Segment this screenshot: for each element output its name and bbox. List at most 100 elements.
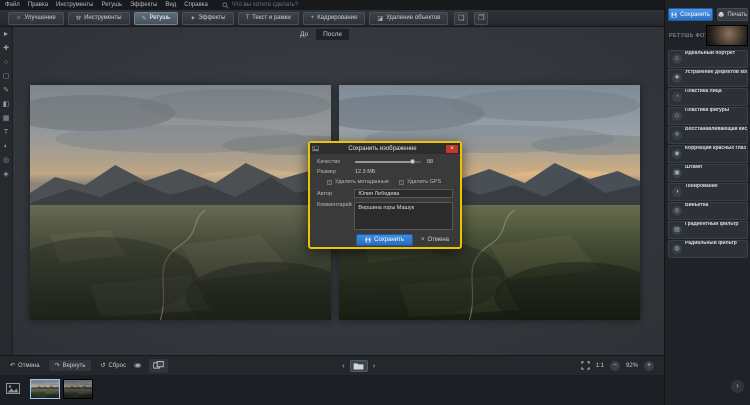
retouch-sidebar: Сохранить Печать РЕТУШЬ ФОТО ☺ Идеальный… xyxy=(664,0,750,405)
brush-tool-icon[interactable]: ✎ xyxy=(3,87,9,95)
actual-size-button[interactable]: 1:1 xyxy=(596,363,604,369)
before-image[interactable] xyxy=(30,85,331,320)
reset-button[interactable]: ↺ Сброс xyxy=(100,362,125,369)
add-photos-icon[interactable] xyxy=(6,383,20,394)
copy-adjustments-button[interactable]: ❏ xyxy=(454,12,468,25)
tab-tools[interactable]: ⚒ Инструменты xyxy=(68,12,130,25)
zoom-in-button[interactable]: + xyxy=(644,361,654,371)
gallery-button[interactable] xyxy=(350,360,368,372)
compare-icon xyxy=(153,361,164,369)
select-tool-icon[interactable]: ► xyxy=(3,31,10,39)
photo-editor-window: Файл Правка Инструменты Ретушь Эффекты В… xyxy=(0,0,750,405)
sidebar-item-body-liquify[interactable]: ◇ Пластика фигуры Улучшение формы тела xyxy=(668,107,748,125)
checkbox-icon xyxy=(399,180,404,185)
menu-view[interactable]: Вид xyxy=(165,2,176,8)
image-icon xyxy=(312,145,319,152)
sidebar-item-toning[interactable]: ◑ Тонирование Изменение оттенка изображе… xyxy=(668,183,748,201)
figure-icon: ◇ xyxy=(672,111,682,121)
portrait-icon: ☺ xyxy=(672,54,682,64)
author-field[interactable] xyxy=(354,189,453,198)
comment-label: Комментарий xyxy=(317,202,354,208)
tab-retouch[interactable]: ✎ Ретушь xyxy=(134,12,179,25)
move-tool-icon[interactable]: ✚ xyxy=(3,45,9,53)
quality-slider[interactable] xyxy=(355,161,421,163)
face-icon: ◔ xyxy=(672,92,682,102)
sidebar-item-stamp[interactable]: ▣ Штамп Удаление нежелательных объектов xyxy=(668,164,748,182)
show-original-button[interactable]: ◉ xyxy=(134,362,142,369)
text-tool-icon[interactable]: T xyxy=(4,129,8,137)
tab-crop[interactable]: + Кадрирование xyxy=(303,12,366,25)
tab-text-frames[interactable]: T Текст и рамки xyxy=(238,12,299,25)
comment-field[interactable]: Вершина горы Машук xyxy=(354,202,453,230)
sidebar-item-gradient-filter[interactable]: ▤ Градиентный фильтр Наложение градиента… xyxy=(668,221,748,239)
print-button[interactable]: Печать xyxy=(717,8,748,21)
search-icon xyxy=(222,2,229,9)
toning-icon: ◑ xyxy=(672,187,682,197)
marquee-tool-icon[interactable]: ▢ xyxy=(3,73,10,81)
cancel-x-icon: × xyxy=(421,237,425,243)
fit-screen-icon[interactable] xyxy=(581,361,590,370)
sidebar-item-perfect-portrait[interactable]: ☺ Идеальный портрет Автоматическая ретуш… xyxy=(668,50,748,68)
next-photo-button[interactable]: › xyxy=(373,361,376,370)
remove-gps-checkbox[interactable]: Удалить GPS xyxy=(399,179,441,185)
dialog-titlebar[interactable]: Сохранить изображение × xyxy=(310,143,460,154)
shape-tool-icon[interactable]: ◎ xyxy=(3,157,9,165)
radial-filter-icon: ◍ xyxy=(672,244,682,254)
slider-knob[interactable] xyxy=(410,159,415,164)
filmstrip-thumbnail-1[interactable] xyxy=(30,379,60,399)
save-icon xyxy=(671,12,677,18)
tab-object-removal[interactable]: ◪ Удаление объектов xyxy=(369,12,448,25)
prev-photo-button[interactable]: ‹ xyxy=(342,361,345,370)
paste-adjustments-button[interactable]: ❐ xyxy=(474,12,488,25)
close-icon[interactable]: × xyxy=(446,145,458,153)
dialog-save-button[interactable]: Сохранить xyxy=(356,234,413,246)
retouch-preview-thumbnail xyxy=(706,25,748,46)
after-toggle[interactable]: После xyxy=(316,29,349,40)
compare-view-button[interactable] xyxy=(149,359,168,373)
sidebar-item-red-eye[interactable]: ◉ Коррекция красных глаз Устранение эффе… xyxy=(668,145,748,163)
undo-icon: ↶ xyxy=(10,362,15,369)
undo-button[interactable]: ↶ Отмена xyxy=(10,362,40,369)
save-image-dialog: Сохранить изображение × Качество 88 Разм… xyxy=(308,141,462,249)
skin-icon: ✚ xyxy=(672,73,682,83)
scroll-right-button[interactable]: › xyxy=(731,380,744,393)
eraser-tool-icon[interactable]: ◧ xyxy=(3,101,10,109)
tab-effects[interactable]: ✦ Эффекты xyxy=(182,12,233,25)
red-eye-icon: ◉ xyxy=(672,149,682,159)
menu-tools[interactable]: Инструменты xyxy=(56,2,93,8)
menu-file[interactable]: Файл xyxy=(5,2,20,8)
dialog-cancel-button[interactable]: × Отмена xyxy=(421,237,449,243)
sidebar-item-radial-filter[interactable]: ◍ Радиальный фильтр Создание акцента на … xyxy=(668,240,748,258)
gradient-filter-icon: ▤ xyxy=(672,225,682,235)
retouch-tool-list: ☺ Идеальный портрет Автоматическая ретуш… xyxy=(668,50,748,258)
copy-icon: ❏ xyxy=(458,14,464,22)
filmstrip-thumbnail-2[interactable] xyxy=(63,379,93,399)
slider-fill xyxy=(355,161,411,163)
retouch-icon: ✎ xyxy=(142,15,147,22)
redo-button[interactable]: ↷ Вернуть xyxy=(49,360,92,371)
stamp-tool-icon[interactable]: ▦ xyxy=(3,115,10,123)
compare-toggle: До После xyxy=(300,29,349,40)
picker-tool-icon[interactable]: ◈ xyxy=(3,171,8,179)
menu-edit[interactable]: Правка xyxy=(28,2,48,8)
sidebar-item-healing-brush[interactable]: ✛ Восстанавливающая кисть Устранение мел… xyxy=(668,126,748,144)
before-toggle[interactable]: До xyxy=(300,31,308,38)
zoom-tool-icon[interactable]: ○ xyxy=(4,59,8,67)
menu-help[interactable]: Справка xyxy=(184,2,208,8)
sidebar-item-skin-defects[interactable]: ✚ Устранение дефектов кожи Коррекция мор… xyxy=(668,69,748,87)
eraser-icon: ◪ xyxy=(377,15,383,22)
stamp-icon: ▣ xyxy=(672,168,682,178)
menu-retouch[interactable]: Ретушь xyxy=(101,2,122,8)
menu-effects[interactable]: Эффекты xyxy=(130,2,157,8)
save-button[interactable]: Сохранить xyxy=(668,8,713,21)
dodge-tool-icon[interactable]: ◐ xyxy=(4,143,8,151)
sidebar-item-vignette[interactable]: ◎ Виньетка Обработка краев изображения xyxy=(668,202,748,220)
remove-metadata-checkbox[interactable]: Удалить метаданные xyxy=(327,179,389,185)
zoom-out-button[interactable]: − xyxy=(610,361,620,371)
quality-value: 88 xyxy=(427,159,433,165)
menu-search[interactable]: Что вы хотите сделать? xyxy=(222,2,298,9)
tab-enhance[interactable]: ☼ Улучшение xyxy=(8,12,64,25)
tools-icon: ⚒ xyxy=(76,15,81,22)
tool-strip: ► ✚ ○ ▢ ✎ ◧ ▦ T ◐ ◎ ◈ xyxy=(0,27,13,355)
sidebar-item-face-liquify[interactable]: ◔ Пластика лица Коррекция формы и черт л… xyxy=(668,88,748,106)
